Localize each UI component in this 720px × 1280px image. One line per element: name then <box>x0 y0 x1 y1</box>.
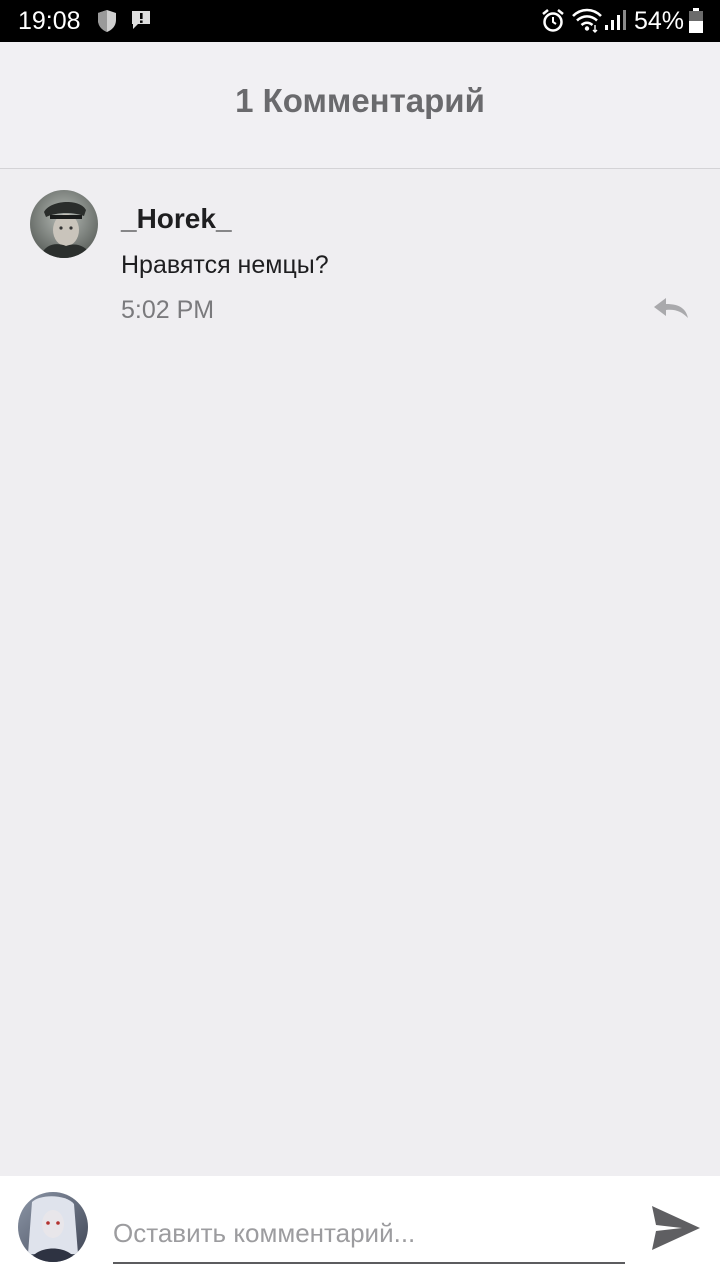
send-icon <box>648 1206 704 1258</box>
comment-input[interactable] <box>113 1204 625 1264</box>
comment-input-bar <box>0 1176 720 1280</box>
reply-button[interactable] <box>646 293 694 327</box>
shield-icon <box>96 9 118 38</box>
current-user-avatar-icon <box>18 1192 88 1262</box>
send-button[interactable] <box>648 1202 704 1254</box>
page-title: 1 Комментарий <box>235 82 485 119</box>
avatar-icon[interactable] <box>30 190 98 258</box>
alert-icon <box>130 10 152 35</box>
status-time: 19:08 <box>18 7 81 35</box>
comment-author[interactable]: _Horek_ <box>121 203 232 235</box>
reply-icon <box>650 296 690 325</box>
alarm-icon <box>541 8 565 39</box>
comment-time: 5:02 PM <box>121 296 215 324</box>
status-bar: 19:08 54% <box>0 0 720 42</box>
comment-item: _Horek_ Нравятся немцы? 5:02 PM <box>0 169 720 339</box>
signal-icon <box>604 9 628 36</box>
header: 1 Комментарий <box>0 42 720 169</box>
wifi-icon <box>571 7 603 38</box>
comment-text: Нравятся немцы? <box>121 251 329 279</box>
comments-screen: 19:08 54% 1 Комментарий _Horek_ Нравятся… <box>0 0 720 1280</box>
battery-percent: 54% <box>634 7 685 35</box>
battery-icon <box>688 8 704 39</box>
